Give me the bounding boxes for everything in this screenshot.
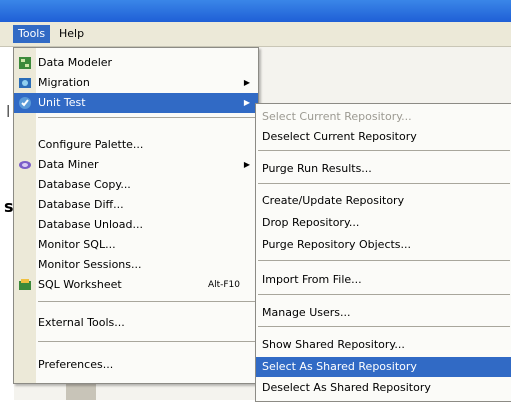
menu-separator [258,326,510,327]
menu-item-label: Manage Users... [262,306,351,319]
menu-item-label: Purge Run Results... [262,162,372,175]
menu-item-database-copy[interactable]: Database Copy... [14,175,258,195]
submenu-arrow-icon: ▶ [243,78,250,87]
menu-item-sql-worksheet[interactable]: SQL Worksheet Alt-F10 [14,275,258,295]
menu-item-select-current-repository[interactable]: Select Current Repository... [256,107,511,127]
menu-item-data-miner[interactable]: Data Miner ▶ [14,155,258,175]
migration-icon [19,78,31,88]
menu-separator [38,117,256,118]
menu-item-label: Data Miner [38,158,99,171]
menu-item-label: Show Shared Repository... [262,338,405,351]
menu-item-external-tools[interactable]: External Tools... [14,313,258,333]
menu-item-configure-palette[interactable]: Configure Palette... [14,135,258,155]
menu-item-label: Database Diff... [38,198,124,211]
menu-item-label: Migration [38,76,90,89]
menu-bar: Tools Help [0,22,511,47]
menu-item-database-unload[interactable]: Database Unload... [14,215,258,235]
menu-item-deselect-as-shared-repository[interactable]: Deselect As Shared Repository [256,378,511,398]
menu-item-label: Select As Shared Repository [262,360,417,373]
data-miner-icon [19,161,31,169]
menu-separator [258,260,510,261]
menu-item-show-shared-repository[interactable]: Show Shared Repository... [256,335,511,355]
menu-item-purge-repository-objects[interactable]: Purge Repository Objects... [256,235,511,255]
menu-item-data-modeler[interactable]: Data Modeler [14,53,258,73]
menu-item-create-update-repository[interactable]: Create/Update Repository [256,191,511,211]
menu-item-drop-repository[interactable]: Drop Repository... [256,213,511,233]
submenu-arrow-icon: ▶ [243,98,250,107]
menu-item-deselect-current-repository[interactable]: Deselect Current Repository [256,127,511,147]
menu-item-label: Preferences... [38,358,114,371]
menu-item-label: Deselect Current Repository [262,130,417,143]
menu-item-migration[interactable]: Migration ▶ [14,73,258,93]
menu-item-label: Monitor Sessions... [38,258,142,271]
menu-item-label: Configure Palette... [38,138,144,151]
left-edge-text-top: l [6,102,11,121]
menu-item-label: Create/Update Repository [262,194,405,207]
menu-item-database-diff[interactable]: Database Diff... [14,195,258,215]
menu-item-label: Database Copy... [38,178,131,191]
menu-separator [258,150,510,151]
menu-item-label: Drop Repository... [262,216,360,229]
menu-item-unit-test[interactable]: Unit Test ▶ [14,93,258,113]
sql-worksheet-icon [19,279,31,290]
menu-item-label: Purge Repository Objects... [262,238,412,251]
menu-item-label: SQL Worksheet [38,278,122,291]
menu-item-monitor-sessions[interactable]: Monitor Sessions... [14,255,258,275]
menu-item-label: Import From File... [262,273,362,286]
left-panel-edge: l s [0,47,14,400]
menu-item-manage-users[interactable]: Manage Users... [256,303,511,323]
menu-separator [258,294,510,295]
menu-tools[interactable]: Tools [13,25,51,43]
menu-help[interactable]: Help [54,25,89,43]
menu-item-label: Database Unload... [38,218,144,231]
menu-item-monitor-sql[interactable]: Monitor SQL... [14,235,258,255]
menu-item-select-as-shared-repository[interactable]: Select As Shared Repository [256,357,511,377]
menu-item-label: Data Modeler [38,56,113,69]
tools-menu: Data Modeler Migration ▶ Unit Test ▶ Con… [13,47,259,384]
menu-tools-label: Tools [18,27,46,40]
menu-separator [38,341,256,342]
menu-item-label: Select Current Repository... [262,110,412,123]
menu-separator [258,183,510,184]
menu-item-shortcut: Alt-F10 [207,280,240,290]
menu-item-label: External Tools... [38,316,125,329]
unit-test-icon [19,97,31,109]
menu-help-label: Help [59,27,85,40]
menu-item-label: Monitor SQL... [38,238,116,251]
menu-separator [38,301,256,302]
menu-item-label: Deselect As Shared Repository [262,381,431,394]
menu-item-purge-run-results[interactable]: Purge Run Results... [256,159,511,179]
menu-item-import-from-file[interactable]: Import From File... [256,270,511,290]
unit-test-submenu: Select Current Repository... Deselect Cu… [255,103,511,402]
submenu-arrow-icon: ▶ [243,160,250,169]
menu-item-label: Unit Test [38,96,86,109]
data-modeler-icon [19,57,31,69]
window-title-bar [0,0,511,22]
menu-item-preferences[interactable]: Preferences... [14,355,258,375]
